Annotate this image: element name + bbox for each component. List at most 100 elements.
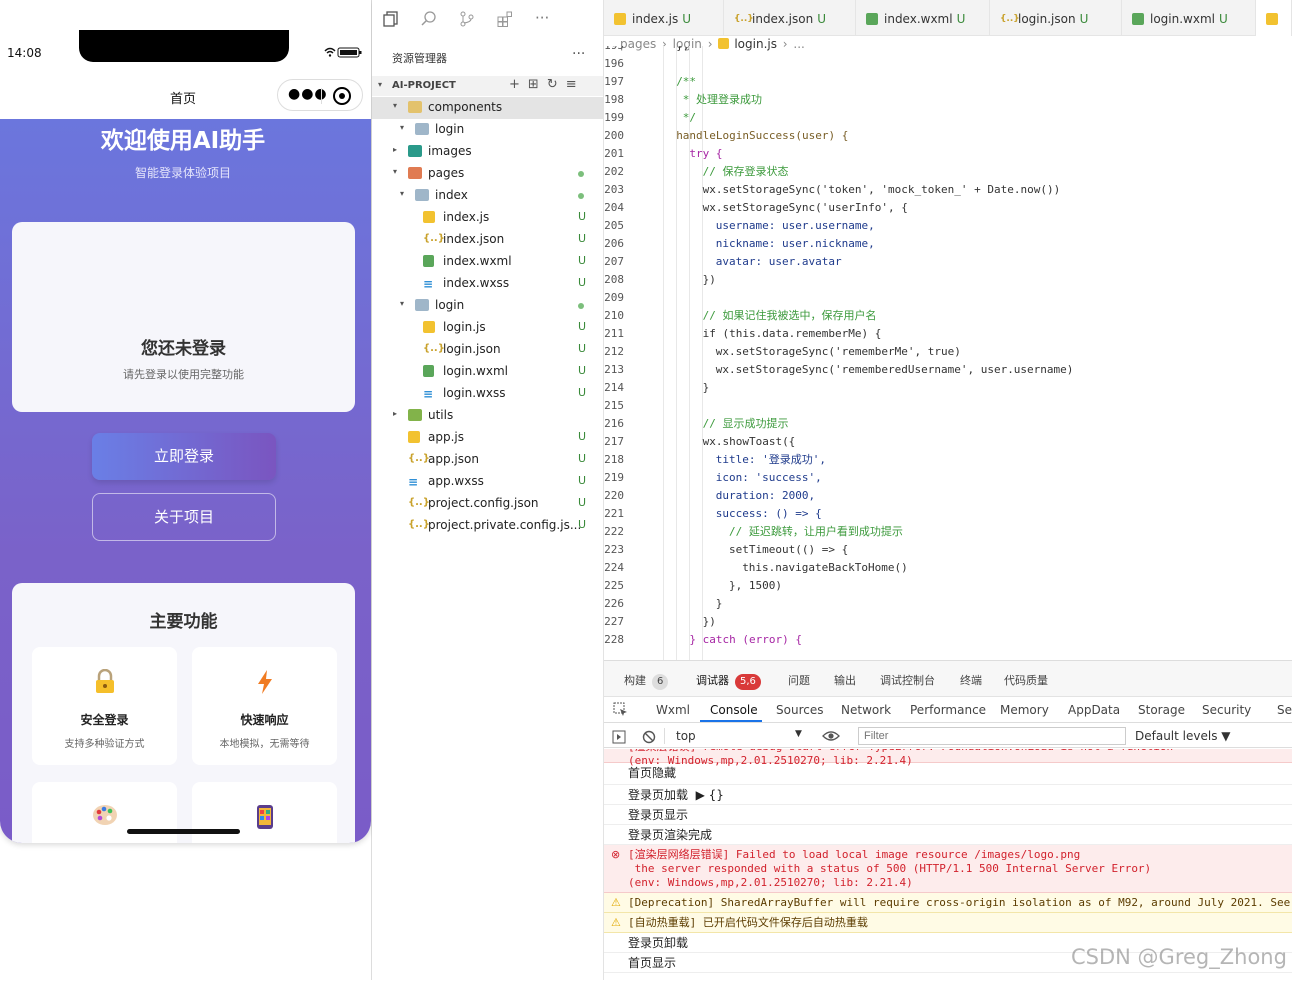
tree-item[interactable]: app.js U [372, 427, 603, 449]
tree-item[interactable]: {..} project.private.config.js... U [372, 515, 603, 537]
code-area[interactable]: 195},196197/**198 * 处理登录成功199 */200handl… [604, 46, 1292, 660]
code-line: 195}, [604, 46, 1292, 55]
panel-tab[interactable]: 问题 [788, 672, 810, 688]
tree-item[interactable]: ▾ components [372, 97, 603, 119]
refresh-icon[interactable]: ↻ [547, 77, 566, 92]
editor-tab[interactable]: {..} index.json U [724, 0, 856, 36]
devtools-tab[interactable]: Sources [776, 703, 823, 717]
context-select[interactable]: top [676, 729, 806, 743]
clear-console-icon[interactable] [642, 729, 656, 748]
editor-tab[interactable]: {..} login.json U [990, 0, 1122, 36]
source-control-icon[interactable] [459, 11, 475, 31]
tree-item[interactable]: ▾ pages [372, 163, 603, 185]
tree-item[interactable]: {..} app.json U [372, 449, 603, 471]
chevron-down-icon[interactable]: ▾ [393, 101, 397, 110]
code-line: 223 setTimeout(() => { [604, 541, 1292, 559]
new-folder-icon[interactable]: ⊞ [528, 77, 547, 92]
chevron-down-icon[interactable]: ▾ [400, 299, 404, 308]
folder-icon [415, 123, 429, 135]
watermark: CSDN @Greg_Zhong [1071, 945, 1287, 969]
code-line: 209 [604, 289, 1292, 307]
feature-title: 快速响应 [240, 713, 289, 727]
search-icon[interactable] [421, 11, 437, 31]
panel-tab[interactable]: 调试器 5,6 [696, 672, 761, 690]
line-number: 200 [604, 129, 624, 142]
debug-panel: 构建 6 调试器 5,6 问题 输出 调试控制台 终端 代码质量 Wxml Console Sour… [604, 660, 1292, 980]
git-status-badge: U [578, 518, 587, 531]
code-line: 202 // 保存登录状态 [604, 163, 1292, 181]
feature-item[interactable]: 安全登录 支持多种验证方式 [32, 647, 177, 765]
collapse-icon[interactable]: ≡ [566, 77, 585, 92]
code-text: try { [689, 147, 723, 160]
devtools-tab[interactable]: Ser [1277, 703, 1292, 717]
more-actions-icon[interactable]: ··· [535, 9, 549, 27]
tree-item[interactable]: ≡ app.wxss U [372, 471, 603, 493]
console-message: 登录页显示 [604, 805, 1292, 825]
code-line: 198 * 处理登录成功 [604, 91, 1292, 109]
feature-item[interactable]: 快速响应 本地模拟，无需等待 [192, 647, 337, 765]
devtools-tab[interactable]: Memory [1000, 703, 1049, 717]
tree-item[interactable]: index.js U [372, 207, 603, 229]
console-message-text: 登录页渲染完成 [628, 828, 713, 842]
palette-icon [32, 804, 177, 832]
tree-item[interactable]: login.js U [372, 317, 603, 339]
chevron-down-icon[interactable]: ▾ [400, 123, 404, 132]
tree-item[interactable]: ▸ images [372, 141, 603, 163]
explorer-more-icon[interactable]: ··· [572, 46, 585, 62]
error-icon: ⊗ [611, 848, 621, 861]
js-file-icon [423, 211, 435, 223]
extensions-icon[interactable] [497, 11, 513, 31]
line-number: 228 [604, 633, 624, 646]
tree-item[interactable]: ≡ login.wxss U [372, 383, 603, 405]
editor-tab[interactable]: login.wxml U [1122, 0, 1256, 36]
devtools-tab[interactable]: Network [841, 703, 891, 717]
tree-item[interactable]: {..} index.json U [372, 229, 603, 251]
tree-item[interactable]: ▾ login [372, 119, 603, 141]
panel-tab[interactable]: 代码质量 [1004, 672, 1048, 688]
devtools-tab[interactable]: Performance [910, 703, 986, 717]
sidebar-toggle-icon[interactable] [612, 729, 626, 748]
wxss-file-icon: ≡ [423, 277, 434, 291]
filter-input[interactable] [858, 727, 1126, 745]
devtools-tab[interactable]: Security [1202, 703, 1251, 717]
project-header[interactable]: ▾ AI-PROJECT +⊞↻≡ [372, 76, 603, 96]
inspect-element-icon[interactable] [613, 702, 628, 721]
panel-tab[interactable]: 调试控制台 [880, 672, 935, 688]
tree-item[interactable]: ▸ utils [372, 405, 603, 427]
tree-item[interactable]: login.wxml U [372, 361, 603, 383]
panel-tab[interactable]: 输出 [834, 672, 856, 688]
login-button[interactable]: 立即登录 [92, 433, 276, 480]
code-text: this.navigateBackToHome() [742, 561, 908, 574]
nav-bar: 首页 ●●● [0, 75, 371, 119]
chevron-down-icon[interactable]: ▾ [393, 167, 397, 176]
tree-item[interactable]: ▾ login [372, 295, 603, 317]
chevron-right-icon[interactable]: ▸ [393, 145, 397, 154]
editor-tab[interactable]: index.wxml U [856, 0, 990, 36]
chevron-right-icon[interactable]: ▸ [393, 409, 397, 418]
editor-tab[interactable]: index.js U [604, 0, 724, 36]
devtools-tab[interactable]: Console [710, 703, 758, 717]
tree-item[interactable]: ▾ index [372, 185, 603, 207]
tree-item[interactable]: index.wxml U [372, 251, 603, 273]
explorer-toolbar[interactable]: +⊞↻≡ [509, 77, 585, 92]
capsule-menu[interactable]: ●●● [277, 79, 363, 111]
devtools-tab[interactable]: AppData [1068, 703, 1120, 717]
panel-tab[interactable]: 构建 6 [624, 672, 669, 690]
files-icon[interactable] [383, 11, 399, 31]
close-mini-program-icon[interactable] [333, 87, 351, 105]
tree-item-label: index.wxml [443, 254, 512, 268]
about-button[interactable]: 关于项目 [92, 493, 276, 541]
tree-item[interactable]: {..} project.config.json U [372, 493, 603, 515]
panel-tab[interactable]: 终端 [960, 672, 982, 688]
devtools-tab[interactable]: Storage [1138, 703, 1185, 717]
new-file-icon[interactable]: + [509, 77, 528, 92]
warning-icon: ⚠ [611, 896, 621, 909]
line-number: 219 [604, 471, 624, 484]
levels-dropdown[interactable]: Default levels ▼ [1135, 729, 1231, 743]
editor-tab-active[interactable] [1256, 0, 1292, 36]
devtools-tab[interactable]: Wxml [656, 703, 690, 717]
tree-item[interactable]: {..} login.json U [372, 339, 603, 361]
chevron-down-icon[interactable]: ▾ [400, 189, 404, 198]
eye-icon[interactable] [822, 728, 840, 747]
tree-item[interactable]: ≡ index.wxss U [372, 273, 603, 295]
